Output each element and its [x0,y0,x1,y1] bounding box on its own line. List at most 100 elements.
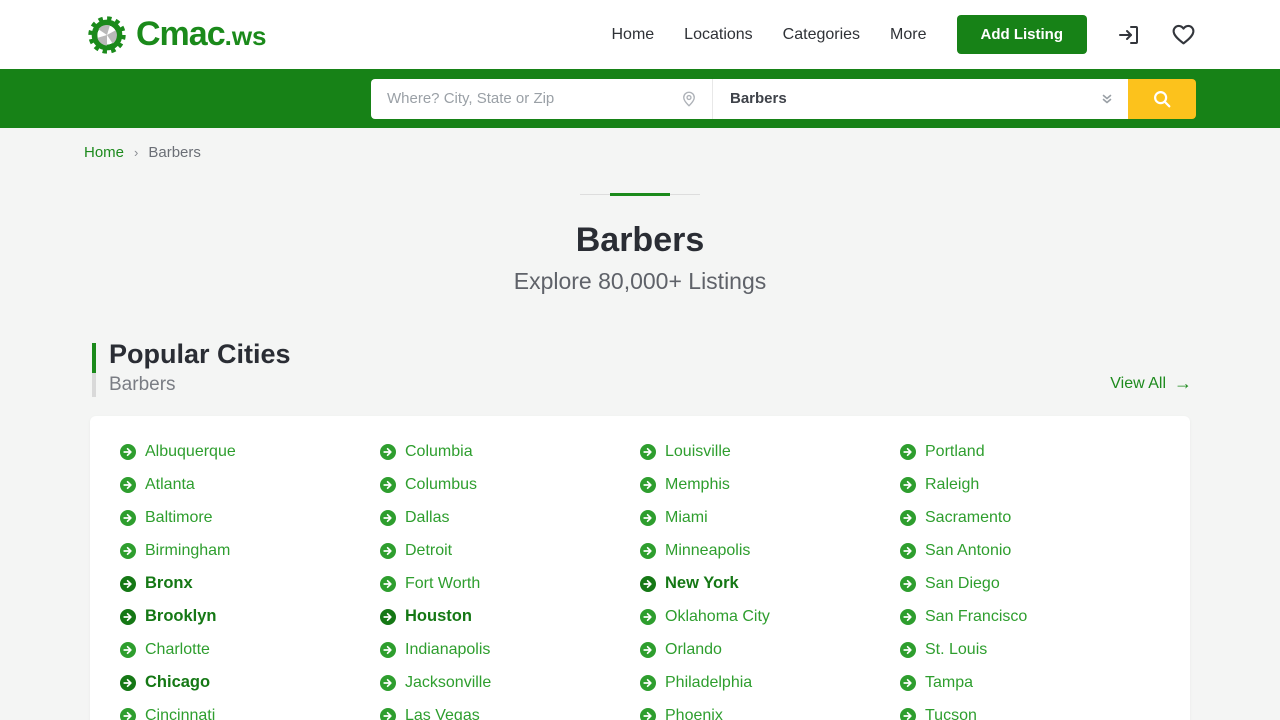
arrow-circle-right-icon [640,476,656,493]
city-name: Indianapolis [405,640,491,658]
arrow-circle-right-icon [900,707,916,720]
arrow-circle-right-icon [900,542,916,559]
city-link[interactable]: New York [640,567,900,600]
city-link[interactable]: Portland [900,435,1160,468]
arrow-circle-right-icon [120,509,136,526]
city-name: Brooklyn [145,607,217,625]
hero-divider [580,193,700,196]
city-name: Bronx [145,574,193,592]
brand-name: Cmac.ws [136,15,267,54]
heart-icon[interactable] [1171,23,1196,46]
search-row: Barbers [371,78,1196,119]
city-link[interactable]: Indianapolis [380,633,640,666]
nav-item-locations[interactable]: Locations [684,26,753,44]
city-name: Houston [405,607,472,625]
nav-item-home[interactable]: Home [611,26,654,44]
city-link[interactable]: Sacramento [900,501,1160,534]
city-link[interactable]: Columbia [380,435,640,468]
nav-item-more[interactable]: More [890,26,926,44]
city-link[interactable]: Las Vegas [380,699,640,720]
city-link[interactable]: San Francisco [900,600,1160,633]
city-link[interactable]: St. Louis [900,633,1160,666]
city-link[interactable]: Oklahoma City [640,600,900,633]
city-name: San Antonio [925,541,1012,559]
location-pin-icon [680,90,698,108]
city-name: Charlotte [145,640,210,658]
city-link[interactable]: Cincinnati [120,699,380,720]
city-name: Oklahoma City [665,607,770,625]
city-link[interactable]: Birmingham [120,534,380,567]
brand-logo[interactable]: Cmac.ws [84,12,267,58]
arrow-circle-right-icon [900,509,916,526]
arrow-circle-right-icon [900,674,916,691]
city-link[interactable]: Tucson [900,699,1160,720]
double-chevron-down-icon [1100,92,1114,106]
arrow-circle-right-icon [380,608,396,625]
city-link[interactable]: Baltimore [120,501,380,534]
gear-icon [84,12,130,58]
city-name: Albuquerque [145,442,236,460]
section-title-block: Popular Cities Barbers [92,339,291,397]
nav-item-categories[interactable]: Categories [783,26,860,44]
arrow-circle-right-icon [640,641,656,658]
arrow-circle-right-icon [120,476,136,493]
city-link[interactable]: Houston [380,600,640,633]
city-link[interactable]: Minneapolis [640,534,900,567]
arrow-circle-right-icon [640,575,656,592]
city-name: Raleigh [925,475,980,493]
city-column-3: Louisville Memphis Miami Minneapolis New Yor… [640,435,900,720]
location-input[interactable] [387,90,680,107]
breadcrumb-home-link[interactable]: Home [84,144,124,161]
city-link[interactable]: Dallas [380,501,640,534]
city-name: Jacksonville [405,673,492,691]
city-column-4: Portland Raleigh Sacramento San Antonio San … [900,435,1160,720]
login-icon[interactable] [1117,23,1141,47]
city-link[interactable]: Orlando [640,633,900,666]
city-link[interactable]: Memphis [640,468,900,501]
city-link[interactable]: Louisville [640,435,900,468]
view-all-link[interactable]: View All → [1110,373,1192,396]
city-link[interactable]: Brooklyn [120,600,380,633]
arrow-circle-right-icon [120,641,136,658]
location-field[interactable] [371,78,712,119]
city-name: Cincinnati [145,706,216,720]
city-name: Atlanta [145,475,195,493]
city-link[interactable]: Phoenix [640,699,900,720]
city-link[interactable]: San Diego [900,567,1160,600]
search-button[interactable] [1128,78,1196,119]
city-link[interactable]: Chicago [120,666,380,699]
city-name: Phoenix [665,706,723,720]
page-title: Barbers [575,221,705,259]
city-link[interactable]: Jacksonville [380,666,640,699]
section-title: Popular Cities [109,339,291,369]
city-link[interactable]: Charlotte [120,633,380,666]
city-link[interactable]: Raleigh [900,468,1160,501]
city-link[interactable]: Atlanta [120,468,380,501]
arrow-circle-right-icon [120,674,136,691]
category-select[interactable]: Barbers [712,78,1128,119]
add-listing-button[interactable]: Add Listing [956,15,1087,54]
city-link[interactable]: Bronx [120,567,380,600]
arrow-circle-right-icon [900,641,916,658]
city-link[interactable]: San Antonio [900,534,1160,567]
city-link[interactable]: Fort Worth [380,567,640,600]
city-link[interactable]: Tampa [900,666,1160,699]
brand-name-suffix: .ws [224,21,267,51]
city-name: Sacramento [925,508,1012,526]
city-link[interactable]: Detroit [380,534,640,567]
arrow-circle-right-icon [640,443,656,460]
city-link[interactable]: Philadelphia [640,666,900,699]
city-link[interactable]: Columbus [380,468,640,501]
city-name: Birmingham [145,541,231,559]
arrow-circle-right-icon [640,542,656,559]
city-name: Philadelphia [665,673,753,691]
arrow-circle-right-icon [380,707,396,720]
city-name: Chicago [145,673,211,691]
search-bar: Barbers [0,69,1280,128]
arrow-circle-right-icon [120,575,136,592]
city-link[interactable]: Albuquerque [120,435,380,468]
hero-section: Barbers Explore 80,000+ Listings [0,193,1280,295]
breadcrumb-separator: › [134,145,139,160]
city-link[interactable]: Miami [640,501,900,534]
arrow-circle-right-icon [900,476,916,493]
